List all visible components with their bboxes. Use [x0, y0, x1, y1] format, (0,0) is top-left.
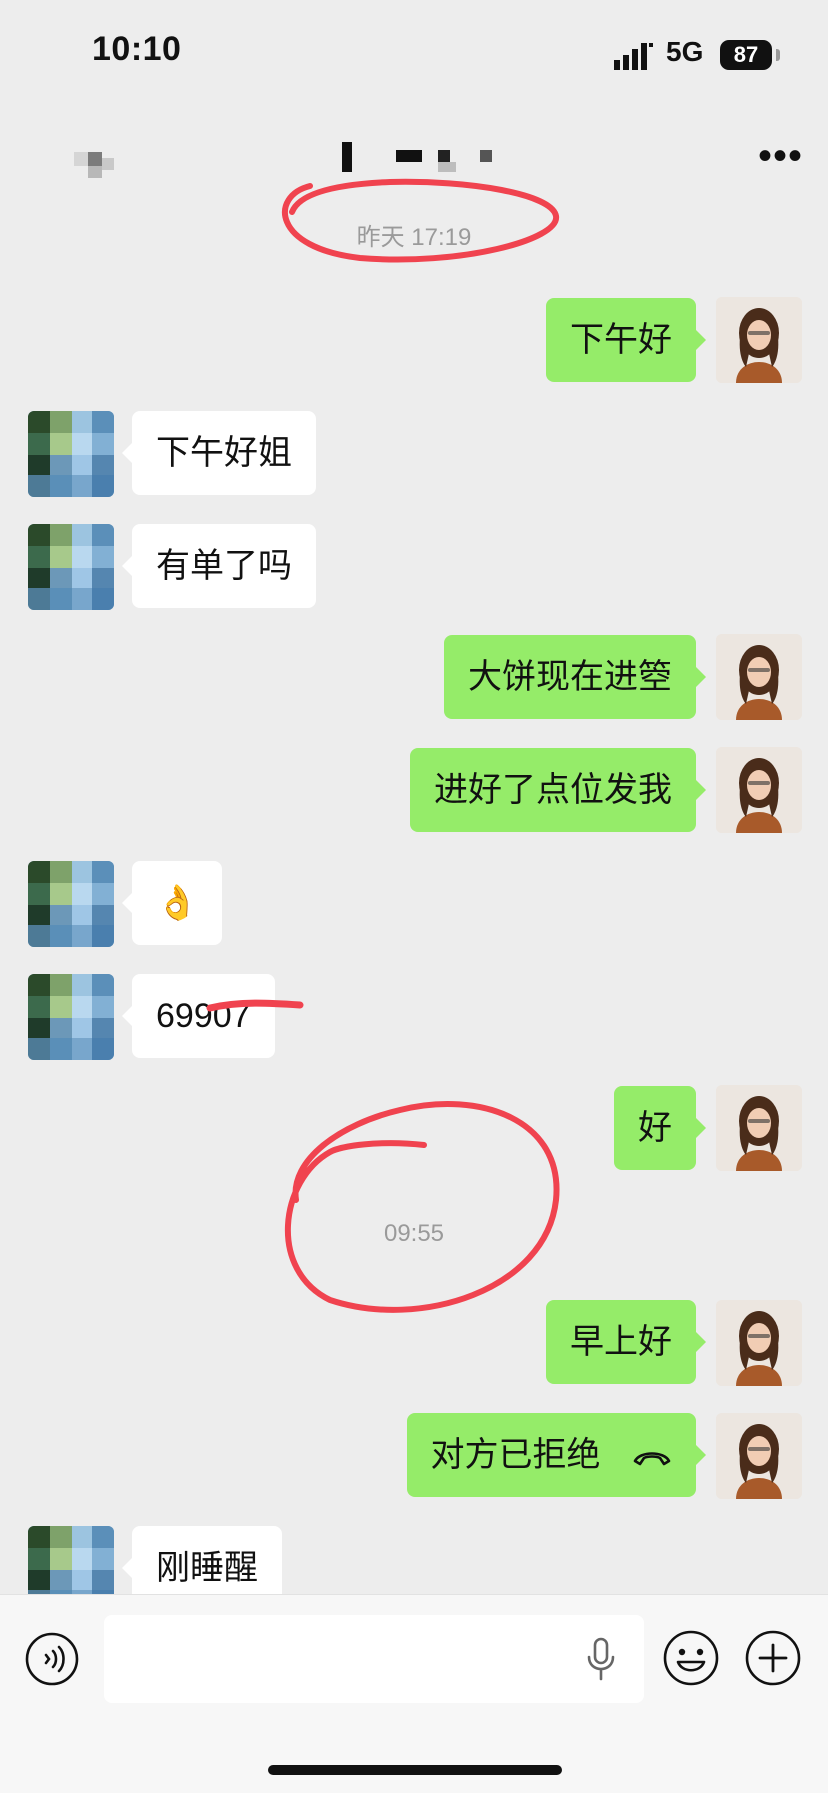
- contact-avatar[interactable]: [28, 974, 114, 1060]
- network-type: 5G: [666, 36, 704, 67]
- voice-input-icon[interactable]: [24, 1631, 80, 1687]
- self-avatar[interactable]: [716, 1413, 802, 1499]
- emoji-icon[interactable]: [662, 1629, 720, 1687]
- outgoing-message[interactable]: 进好了点位发我: [410, 748, 706, 832]
- outgoing-message[interactable]: 好: [614, 1086, 706, 1170]
- outgoing-message[interactable]: 下午好: [546, 298, 706, 382]
- plus-icon[interactable]: [744, 1629, 802, 1687]
- incoming-message[interactable]: 👌: [121, 861, 223, 945]
- more-dots-icon[interactable]: •••: [758, 134, 803, 179]
- self-avatar[interactable]: [716, 747, 802, 833]
- self-avatar[interactable]: [716, 1300, 802, 1386]
- declined-call-label: 对方已拒绝: [430, 1436, 601, 1474]
- outgoing-message[interactable]: 大饼现在进箜: [444, 635, 706, 719]
- contact-avatar[interactable]: [28, 411, 114, 497]
- hangup-icon: [633, 1452, 671, 1466]
- self-avatar[interactable]: [716, 297, 802, 383]
- home-indicator: [268, 1765, 562, 1775]
- outgoing-message[interactable]: 早上好: [546, 1300, 706, 1384]
- message-timestamp: 昨天 17:19: [356, 224, 472, 251]
- incoming-message[interactable]: 下午好姐: [122, 411, 316, 495]
- chat-header: •••: [0, 110, 828, 200]
- incoming-message[interactable]: 有单了吗: [122, 524, 316, 608]
- chat-title-redacted: [330, 138, 510, 178]
- self-avatar[interactable]: [716, 634, 802, 720]
- back-icon[interactable]: [66, 148, 126, 182]
- status-bar: 10:10 5G 87: [0, 0, 828, 110]
- cellular-signal-icon: [614, 43, 653, 70]
- message-timestamp: 09:55: [383, 1220, 445, 1247]
- contact-avatar[interactable]: [28, 524, 114, 610]
- message-input[interactable]: [104, 1615, 644, 1703]
- chat-input-bar: [0, 1594, 828, 1793]
- microphone-icon[interactable]: [586, 1637, 616, 1681]
- incoming-message[interactable]: 69907: [122, 974, 275, 1058]
- declined-call-message[interactable]: 对方已拒绝: [406, 1413, 707, 1497]
- contact-avatar[interactable]: [28, 861, 114, 947]
- self-avatar[interactable]: [716, 1085, 802, 1171]
- battery-cap: [776, 49, 780, 61]
- battery-level: 87: [720, 40, 772, 70]
- status-time: 10:10: [92, 30, 182, 68]
